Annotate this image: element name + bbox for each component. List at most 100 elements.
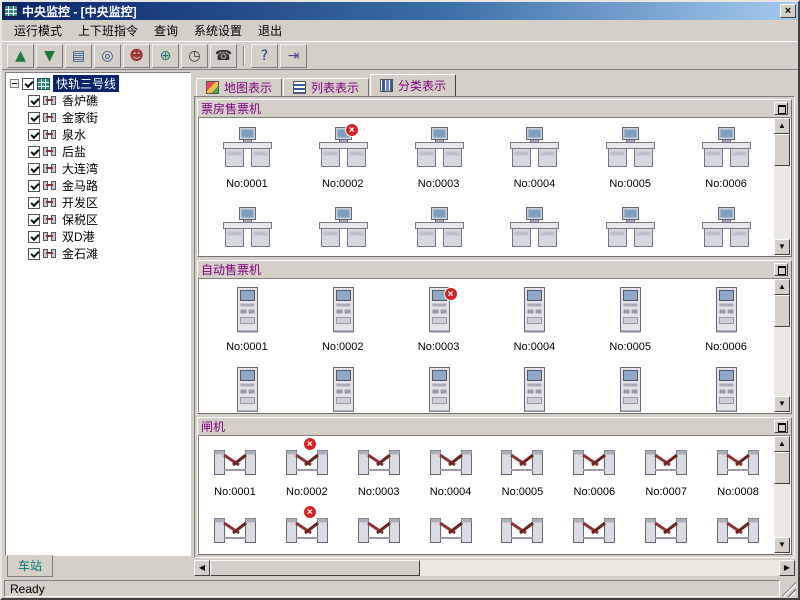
device-item[interactable]: No:0015 xyxy=(630,504,702,553)
device-item[interactable] xyxy=(486,359,582,412)
vertical-scrollbar[interactable]: ▲▼ xyxy=(774,279,790,412)
device-item[interactable] xyxy=(582,198,678,255)
scroll-up-button[interactable]: ▲ xyxy=(774,279,790,295)
checkbox-checked-icon[interactable] xyxy=(28,248,40,260)
device-item[interactable]: ×No:0003 xyxy=(391,279,487,359)
device-item[interactable] xyxy=(678,359,774,412)
resize-grip[interactable] xyxy=(782,580,796,597)
horizontal-scrollbar[interactable]: ◀ ▶ xyxy=(194,560,795,576)
device-item[interactable] xyxy=(582,359,678,412)
tree-item-1[interactable]: 金家街 xyxy=(6,109,190,126)
checkbox-checked-icon[interactable] xyxy=(22,78,34,90)
scroll-right-button[interactable]: ▶ xyxy=(779,560,795,576)
menu-item-4[interactable]: 退出 xyxy=(250,20,290,41)
tree-expander-icon[interactable] xyxy=(10,79,19,88)
device-item[interactable]: ×No:0002 xyxy=(295,118,391,198)
scroll-thumb[interactable] xyxy=(774,295,790,327)
device-item[interactable] xyxy=(391,359,487,412)
device-item[interactable]: No:0011 xyxy=(343,504,415,553)
device-item[interactable]: No:0016 xyxy=(702,504,774,553)
checkbox-checked-icon[interactable] xyxy=(28,163,40,175)
menu-item-1[interactable]: 上下班指令 xyxy=(70,20,146,41)
device-item[interactable]: No:0005 xyxy=(582,279,678,359)
scroll-left-button[interactable]: ◀ xyxy=(194,560,210,576)
toolbar-shift-end-button[interactable]: ▼ xyxy=(36,44,63,68)
tree-item-4[interactable]: 大连湾 xyxy=(6,160,190,177)
tab-station[interactable]: 车站 xyxy=(7,555,53,577)
scroll-up-button[interactable]: ▲ xyxy=(774,436,790,452)
device-item[interactable]: No:0004 xyxy=(486,279,582,359)
device-item[interactable] xyxy=(678,198,774,255)
device-item[interactable]: No:0001 xyxy=(199,436,271,504)
device-item[interactable]: No:0009 xyxy=(199,504,271,553)
toolbar-help-button[interactable]: ? xyxy=(251,44,278,68)
device-item[interactable]: No:0001 xyxy=(199,118,295,198)
device-item[interactable]: No:0006 xyxy=(558,436,630,504)
device-item[interactable]: ×No:0002 xyxy=(271,436,343,504)
device-item[interactable]: No:0006 xyxy=(678,279,774,359)
device-item[interactable]: No:0004 xyxy=(415,436,487,504)
tree-item-6[interactable]: 开发区 xyxy=(6,194,190,211)
toolbar-network-button[interactable]: ⊕ xyxy=(152,44,179,68)
panel-maximize-button[interactable] xyxy=(774,102,788,115)
tree-root[interactable]: 快轨三号线 xyxy=(6,75,190,92)
device-item[interactable]: ×No:0010 xyxy=(271,504,343,553)
toolbar-search-button[interactable]: ◎ xyxy=(94,44,121,68)
device-item[interactable]: No:0008 xyxy=(702,436,774,504)
vertical-scrollbar[interactable]: ▲▼ xyxy=(774,436,790,553)
device-item[interactable]: No:0014 xyxy=(558,504,630,553)
toolbar-clock-button[interactable]: ◷ xyxy=(181,44,208,68)
device-item[interactable]: No:0012 xyxy=(415,504,487,553)
checkbox-checked-icon[interactable] xyxy=(28,214,40,226)
tab-category[interactable]: 分类表示 xyxy=(370,74,456,96)
device-item[interactable] xyxy=(199,359,295,412)
checkbox-checked-icon[interactable] xyxy=(28,197,40,209)
toolbar-users-button[interactable]: ☻ xyxy=(123,44,150,68)
menu-item-3[interactable]: 系统设置 xyxy=(186,20,250,41)
checkbox-checked-icon[interactable] xyxy=(28,231,40,243)
tree-item-7[interactable]: 保税区 xyxy=(6,211,190,228)
device-item[interactable]: No:0007 xyxy=(630,436,702,504)
tree-item-3[interactable]: 后盐 xyxy=(6,143,190,160)
tab-map[interactable]: 地图表示 xyxy=(196,78,282,96)
device-item[interactable] xyxy=(391,198,487,255)
menu-item-0[interactable]: 运行模式 xyxy=(6,20,70,41)
device-item[interactable]: No:0006 xyxy=(678,118,774,198)
checkbox-checked-icon[interactable] xyxy=(28,112,40,124)
device-item[interactable]: No:0005 xyxy=(487,436,559,504)
device-item[interactable]: No:0005 xyxy=(582,118,678,198)
scroll-up-button[interactable]: ▲ xyxy=(774,118,790,134)
checkbox-checked-icon[interactable] xyxy=(28,129,40,141)
panel-maximize-button[interactable] xyxy=(774,420,788,433)
toolbar-shift-start-button[interactable]: ▲ xyxy=(7,44,34,68)
scroll-down-button[interactable]: ▼ xyxy=(774,396,790,412)
scroll-thumb[interactable] xyxy=(774,134,790,166)
scroll-thumb[interactable] xyxy=(210,560,420,576)
toolbar-phone-button[interactable]: ☎ xyxy=(210,44,237,68)
scroll-thumb[interactable] xyxy=(774,452,790,484)
checkbox-checked-icon[interactable] xyxy=(28,146,40,158)
tree-item-9[interactable]: 金石滩 xyxy=(6,245,190,262)
close-button[interactable]: × xyxy=(780,4,796,18)
device-item[interactable]: No:0013 xyxy=(487,504,559,553)
scroll-down-button[interactable]: ▼ xyxy=(774,239,790,255)
toolbar-exit-button[interactable]: ⇥ xyxy=(280,44,307,68)
tree-item-5[interactable]: 金马路 xyxy=(6,177,190,194)
scroll-down-button[interactable]: ▼ xyxy=(774,537,790,553)
checkbox-checked-icon[interactable] xyxy=(28,180,40,192)
toolbar-report-button[interactable]: ▤ xyxy=(65,44,92,68)
checkbox-checked-icon[interactable] xyxy=(28,95,40,107)
tree-item-8[interactable]: 双D港 xyxy=(6,228,190,245)
device-item[interactable] xyxy=(199,198,295,255)
tree-item-2[interactable]: 泉水 xyxy=(6,126,190,143)
menu-item-2[interactable]: 查询 xyxy=(146,20,186,41)
device-item[interactable] xyxy=(295,359,391,412)
vertical-scrollbar[interactable]: ▲▼ xyxy=(774,118,790,255)
device-item[interactable]: No:0002 xyxy=(295,279,391,359)
panel-maximize-button[interactable] xyxy=(774,263,788,276)
tab-list[interactable]: 列表表示 xyxy=(283,78,369,96)
device-item[interactable]: No:0003 xyxy=(343,436,415,504)
device-item[interactable]: No:0001 xyxy=(199,279,295,359)
device-item[interactable]: No:0004 xyxy=(486,118,582,198)
device-item[interactable] xyxy=(295,198,391,255)
